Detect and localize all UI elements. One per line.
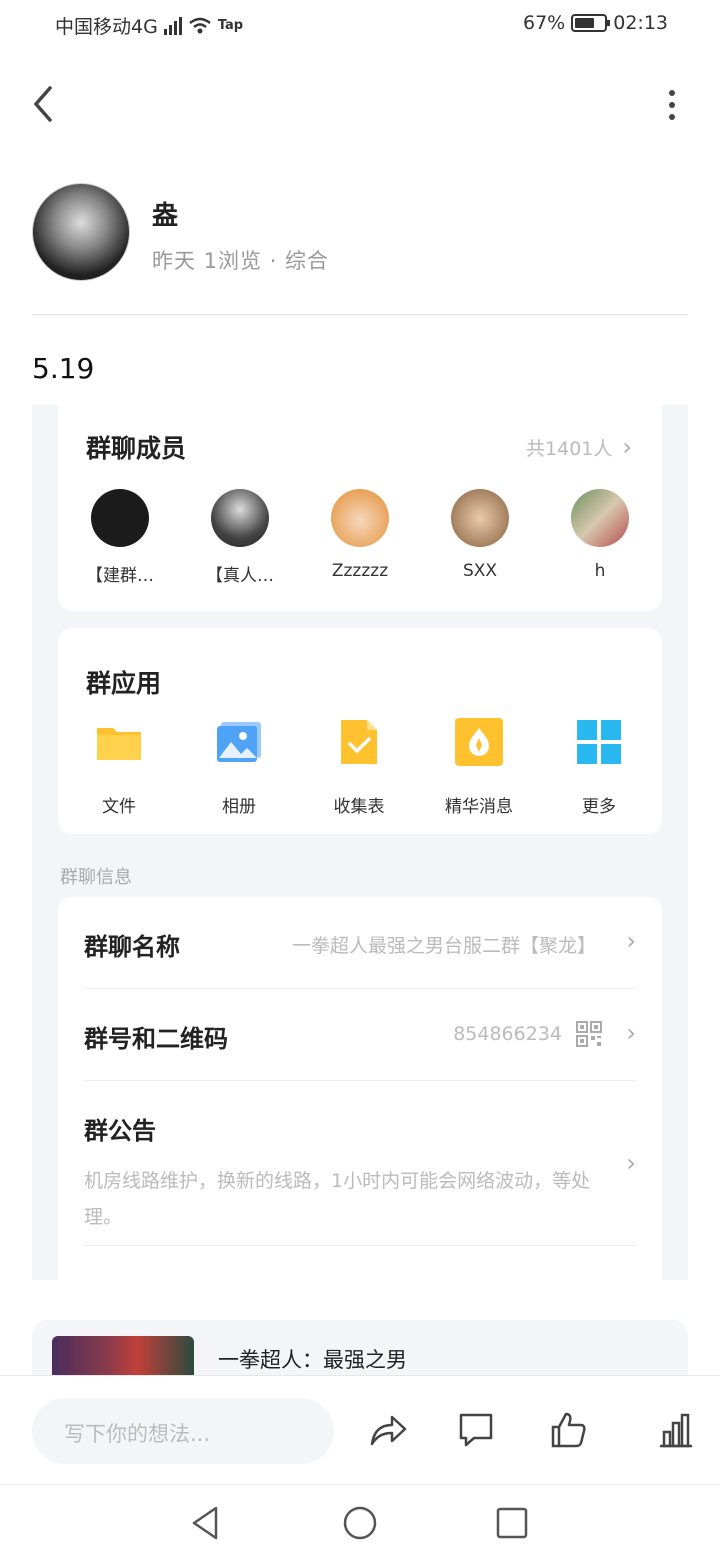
stats-icon[interactable] [656, 1410, 696, 1450]
photo-album-icon [217, 722, 261, 762]
row-label: 群聊名称 [84, 933, 180, 961]
avatar [331, 489, 389, 547]
system-nav-bar [0, 1484, 720, 1560]
member-count[interactable]: 共1401人 › [526, 433, 632, 461]
divider [84, 1245, 636, 1246]
carrier-label: 中国移动4G [55, 16, 158, 38]
group-info-card: 群聊名称 一拳超人最强之男台服二群【聚龙】 › 群号和二维码 854866234… [58, 897, 662, 1280]
chevron-right-icon: › [626, 927, 636, 955]
group-apps-title: 群应用 [86, 669, 162, 698]
divider [32, 314, 688, 315]
app-essence[interactable]: 精华消息 [424, 718, 534, 817]
collect-form-icon [341, 720, 377, 764]
app-collect[interactable]: 收集表 [304, 718, 414, 817]
member-name: Zzzzzz [331, 561, 389, 581]
folder-icon [97, 728, 141, 760]
avatar[interactable] [32, 183, 130, 281]
nav-recents-icon[interactable] [492, 1503, 532, 1543]
post-header: 盎 昨天 1浏览 · 综合 [32, 183, 688, 283]
row-label: 群号和二维码 [84, 1025, 228, 1053]
avatar [211, 489, 269, 547]
thumbs-up-icon[interactable] [548, 1410, 588, 1450]
app-label: 相册 [222, 797, 256, 817]
signal-icon [163, 16, 182, 35]
divider [84, 988, 636, 989]
app-label: 精华消息 [445, 797, 513, 817]
wifi-icon [189, 17, 211, 33]
member-name: 【真人… [206, 566, 274, 586]
battery-icon [571, 14, 611, 32]
group-name-row[interactable]: 群聊名称 一拳超人最强之男台服二群【聚龙】 › [84, 927, 636, 967]
battery-percent: 67% [523, 12, 566, 34]
group-number-row[interactable]: 群号和二维码 854866234 › [84, 1019, 636, 1059]
clock: 02:13 [613, 12, 668, 34]
group-members-title: 群聊成员 [86, 434, 187, 463]
essence-message-icon [455, 718, 503, 766]
post-image[interactable]: 群聊成员 共1401人 › 【建群… 【真人… Zzzzzz SXX h 群应用 [32, 405, 688, 1280]
member-item[interactable]: SXX [430, 489, 530, 581]
nav-home-icon[interactable] [340, 1503, 380, 1543]
top-nav [0, 70, 720, 140]
notice-text: 机房线路维护，换新的线路，1小时内可能会网络波动，等处理。 [84, 1170, 591, 1228]
row-label: 群公告 [84, 1117, 156, 1145]
member-name: h [594, 561, 606, 581]
member-item[interactable]: 【建群… [70, 489, 170, 586]
status-bar: 中国移动4G Tap 67% 02:13 [0, 0, 720, 50]
qr-code-icon[interactable] [576, 1021, 602, 1047]
post-text: 5.19 [32, 352, 95, 385]
chevron-right-icon: › [622, 433, 632, 461]
status-left: 中国移动4G Tap [55, 12, 243, 39]
comment-input[interactable]: 写下你的想法... [32, 1398, 334, 1464]
nav-back-icon[interactable] [186, 1503, 226, 1543]
section-label: 群聊信息 [60, 867, 132, 888]
app-files[interactable]: 文件 [64, 718, 174, 817]
avatar [571, 489, 629, 547]
app-more[interactable]: 更多 [544, 718, 654, 817]
avatar [451, 489, 509, 547]
member-item[interactable]: 【真人… [190, 489, 290, 586]
app-label: 文件 [102, 797, 136, 817]
member-item[interactable]: h [550, 489, 650, 581]
member-item[interactable]: Zzzzzz [310, 489, 410, 581]
divider [84, 1080, 636, 1081]
app-label: 收集表 [333, 797, 385, 817]
chevron-right-icon: › [626, 1019, 636, 1047]
chevron-right-icon: › [626, 1149, 636, 1177]
battery-fill [575, 18, 594, 28]
author-name[interactable]: 盎 [152, 195, 178, 232]
status-right: 67% 02:13 [523, 12, 668, 34]
member-name: SXX [462, 561, 498, 581]
post-meta: 昨天 1浏览 · 综合 [152, 249, 330, 273]
game-title: 一拳超人：最强之男 [218, 1348, 407, 1372]
group-members-card: 群聊成员 共1401人 › 【建群… 【真人… Zzzzzz SXX h [58, 405, 662, 611]
comment-icon[interactable] [456, 1410, 496, 1450]
comment-placeholder: 写下你的想法... [64, 1422, 211, 1446]
more-grid-icon [577, 720, 621, 764]
member-name: 【建群… [86, 566, 154, 586]
group-apps-card: 群应用 文件 相册 收集表 精华消息 更多 [58, 628, 662, 834]
app-label: 更多 [582, 797, 616, 817]
tap-label: Tap [217, 18, 244, 33]
more-vertical-icon[interactable] [664, 88, 680, 122]
comment-bar: 写下你的想法... [0, 1375, 720, 1483]
share-icon[interactable] [368, 1410, 408, 1450]
avatar [91, 489, 149, 547]
member-count-label: 共1401人 [526, 437, 613, 460]
group-name-value: 一拳超人最强之男台服二群【聚龙】 [291, 935, 596, 957]
app-album[interactable]: 相册 [184, 718, 294, 817]
group-notice-row[interactable]: 群公告 机房线路维护，换新的线路，1小时内可能会网络波动，等处理。 › [84, 1111, 636, 1231]
group-number-value: 854866234 [453, 1023, 562, 1045]
chevron-left-icon[interactable] [28, 84, 62, 124]
